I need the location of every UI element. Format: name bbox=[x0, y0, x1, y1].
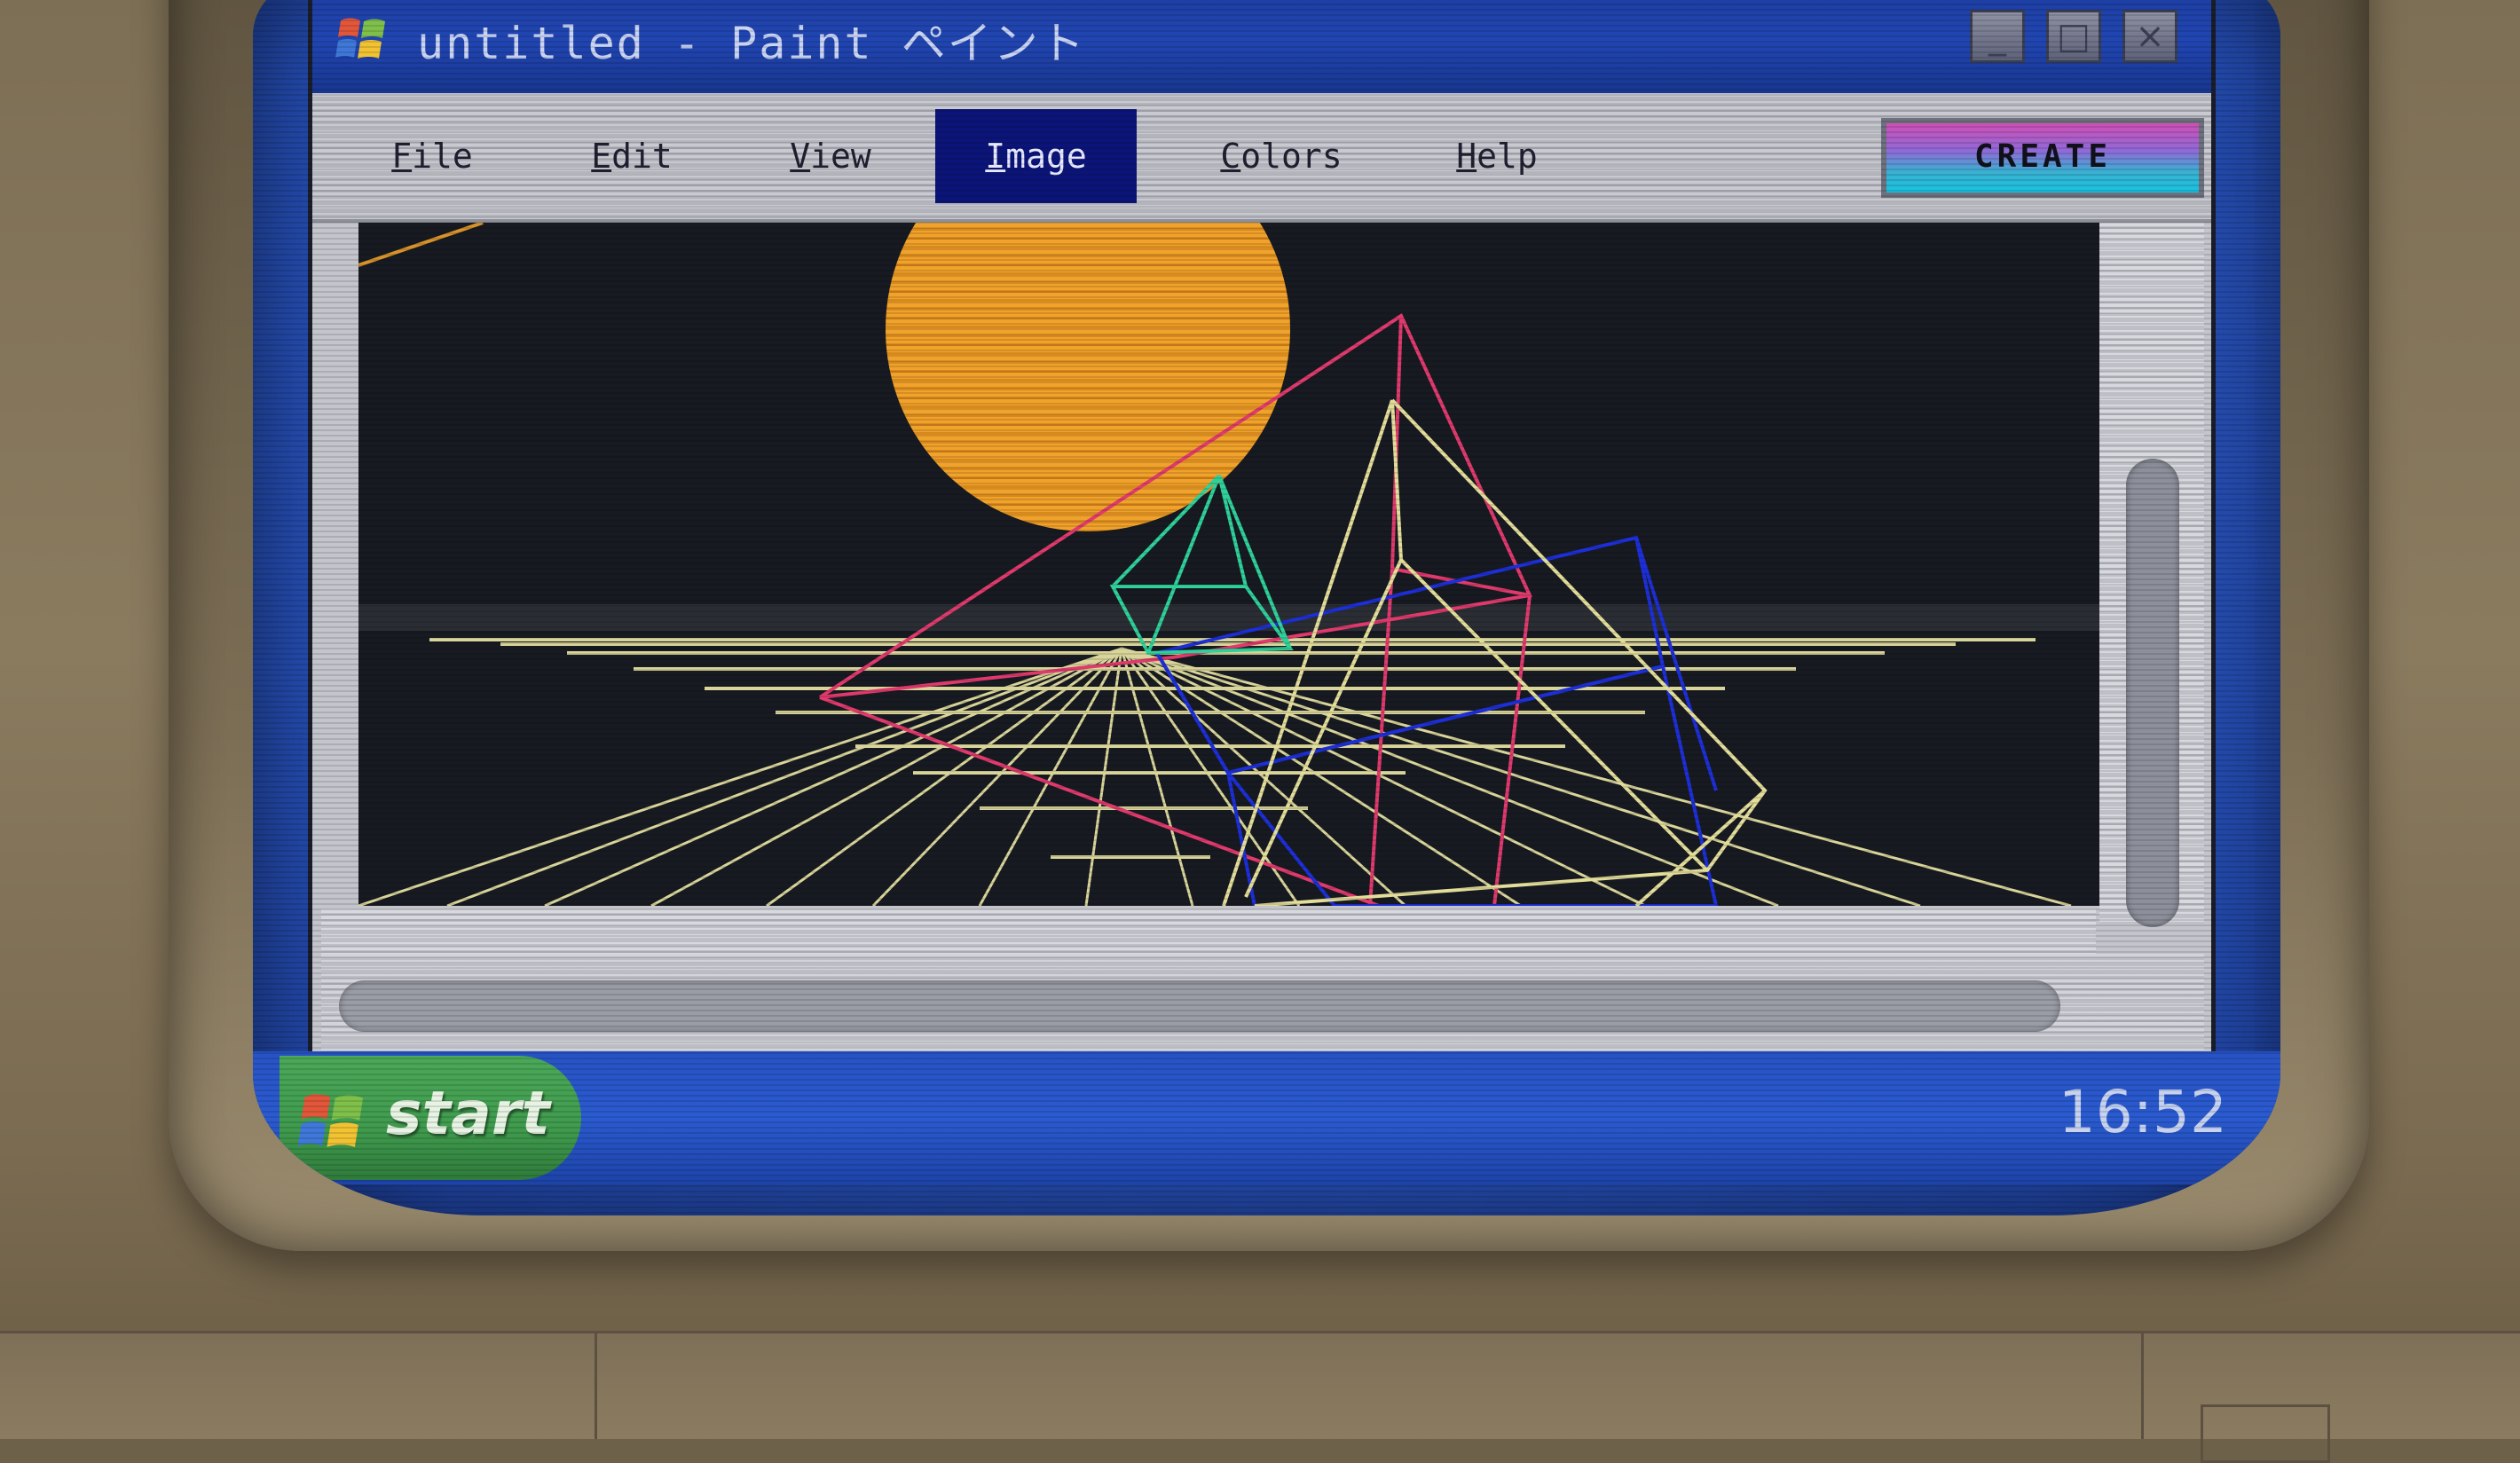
windows-flag-icon bbox=[335, 18, 385, 59]
minimize-icon: _ bbox=[1988, 16, 2006, 57]
start-label: start bbox=[386, 1079, 550, 1149]
create-button[interactable]: CREATE bbox=[1881, 118, 2204, 198]
windows-flag-icon bbox=[297, 1094, 364, 1147]
bezel-panel bbox=[595, 1333, 2144, 1439]
window-title: untitled - Paint ペイント bbox=[417, 18, 1086, 69]
vertical-scroll-thumb[interactable] bbox=[2126, 459, 2179, 927]
vertical-scrollbar[interactable] bbox=[2099, 223, 2204, 927]
menu-help[interactable]: Help bbox=[1433, 109, 1561, 203]
maximize-icon: □ bbox=[2057, 16, 2091, 57]
title-bar[interactable]: untitled - Paint ペイント _ □ × bbox=[312, 0, 2211, 93]
crt-screen: untitled - Paint ペイント _ □ × File Edit Vi… bbox=[253, 0, 2280, 1215]
minimize-button[interactable]: _ bbox=[1970, 10, 2025, 63]
paint-window: untitled - Paint ペイント _ □ × File Edit Vi… bbox=[308, 0, 2216, 1069]
close-button[interactable]: × bbox=[2122, 10, 2177, 63]
horizontal-scroll-thumb[interactable] bbox=[339, 980, 2060, 1032]
horizon-band bbox=[358, 604, 2115, 631]
menu-bar: File Edit View Image Colors Help CREATE bbox=[312, 93, 2211, 223]
power-button-recess bbox=[2201, 1404, 2330, 1463]
menu-image[interactable]: Image bbox=[935, 109, 1137, 203]
canvas-bottom-edge bbox=[321, 909, 2096, 954]
paint-canvas[interactable] bbox=[358, 223, 2115, 906]
horizontal-scrollbar[interactable] bbox=[321, 954, 2204, 1065]
start-button[interactable]: start bbox=[280, 1056, 581, 1180]
menu-edit[interactable]: Edit bbox=[568, 109, 696, 203]
synthwave-drawing bbox=[358, 223, 2115, 906]
close-icon: × bbox=[2135, 16, 2165, 57]
sun-shape bbox=[886, 223, 1290, 531]
taskbar-clock: 16:52 bbox=[2058, 1078, 2227, 1146]
menu-view[interactable]: View bbox=[767, 109, 894, 203]
stray-line bbox=[358, 223, 484, 267]
monitor-lower-bezel bbox=[0, 1331, 2520, 1463]
maximize-button[interactable]: □ bbox=[2046, 10, 2101, 63]
taskbar: start 16:52 bbox=[253, 1051, 2280, 1184]
menu-file[interactable]: File bbox=[368, 109, 496, 203]
crt-monitor: untitled - Paint ペイント _ □ × File Edit Vi… bbox=[0, 0, 2520, 1463]
menu-colors[interactable]: Colors bbox=[1200, 109, 1363, 203]
